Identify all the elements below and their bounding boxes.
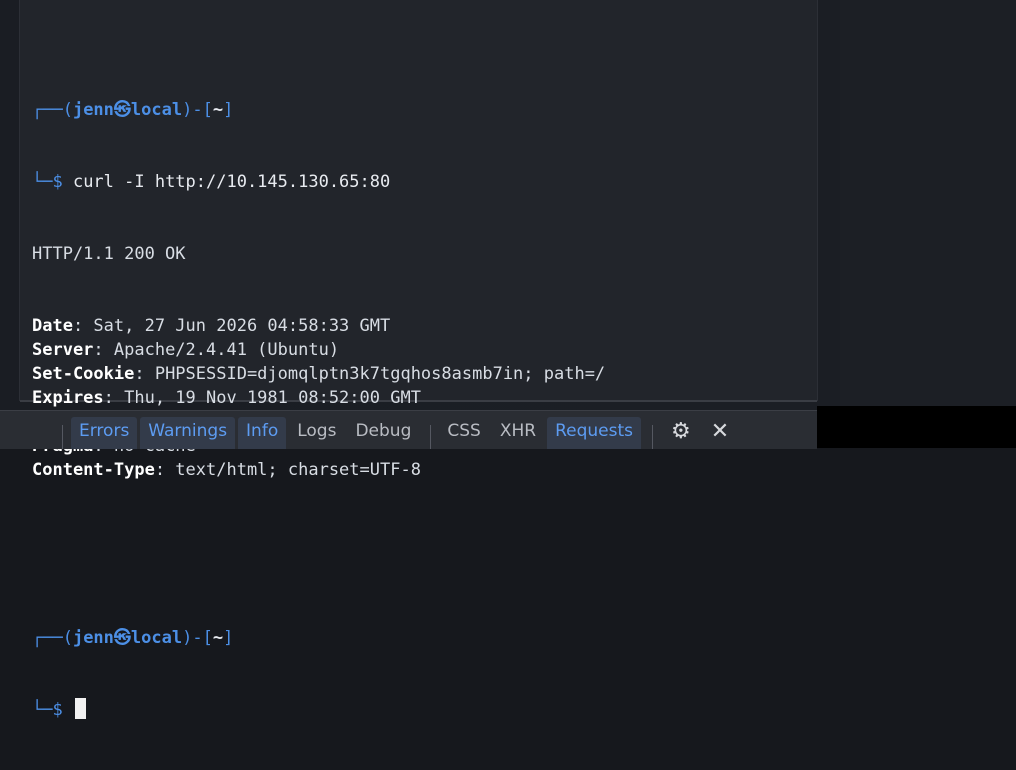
toolbar-separator bbox=[430, 425, 432, 449]
devtools-console-toolbar: Errors Warnings Info Logs Debug CSS XHR Reques… bbox=[0, 410, 817, 449]
header-value: : text/html; charset=UTF-8 bbox=[154, 460, 421, 480]
header-key: Date bbox=[32, 316, 73, 336]
desktop-wallpaper-region bbox=[840, 0, 1016, 410]
prompt-dollar: └─$ bbox=[32, 172, 73, 192]
filter-css[interactable]: CSS bbox=[439, 417, 488, 449]
prompt-user: jenn bbox=[72, 628, 114, 648]
prompt-line-top: ┌──(jenn㉿local)-[~] bbox=[32, 98, 809, 122]
http-headers: Date: Sat, 27 Jun 2026 04:58:33 GMT Serve… bbox=[32, 314, 809, 482]
header-value: : PHPSESSID=djomqlptn3k7tgqhos8asmb7in; … bbox=[134, 364, 606, 384]
prompt-host: local bbox=[130, 628, 183, 648]
http-status-line: HTTP/1.1 200 OK bbox=[32, 244, 186, 264]
prompt-at-symbol: ㉿ bbox=[113, 628, 131, 648]
filter-xhr[interactable]: XHR bbox=[492, 417, 544, 449]
prompt-user: jenn bbox=[72, 100, 114, 120]
filter-info[interactable]: Info bbox=[238, 417, 287, 449]
http-header-line: Content-Type: text/html; charset=UTF-8 bbox=[32, 458, 809, 482]
prompt-frame: )-[ bbox=[182, 100, 213, 120]
prompt-dollar: └─$ bbox=[32, 700, 73, 720]
input-line[interactable]: └─$ bbox=[32, 698, 809, 722]
prompt-frame: ┌──( bbox=[32, 628, 73, 648]
prompt-frame: ┌──( bbox=[32, 100, 73, 120]
prompt-frame: ] bbox=[223, 628, 234, 648]
header-key: Server bbox=[32, 340, 94, 360]
http-header-line: Set-Cookie: PHPSESSID=djomqlptn3k7tgqhos… bbox=[32, 362, 809, 386]
prompt-path: ~ bbox=[212, 628, 224, 648]
filter-warnings[interactable]: Warnings bbox=[140, 417, 236, 449]
screen-edge-black bbox=[817, 406, 1016, 448]
log-level-filters: Errors Warnings Info Logs Debug bbox=[71, 417, 422, 449]
terminal-window[interactable]: ┌──(jenn㉿local)-[~] └─$ curl -I http://1… bbox=[20, 0, 817, 720]
prompt-frame: )-[ bbox=[182, 628, 213, 648]
http-header-line: Expires: Thu, 19 Nov 1981 08:52:00 GMT bbox=[32, 386, 809, 410]
prompt-path: ~ bbox=[212, 100, 224, 120]
header-key: Set-Cookie bbox=[32, 364, 135, 384]
prompt-line-top: ┌──(jenn㉿local)-[~] bbox=[32, 626, 809, 650]
filter-errors[interactable]: Errors bbox=[71, 417, 138, 449]
request-filters: CSS XHR Requests bbox=[439, 417, 644, 449]
header-value: : Apache/2.4.41 (Ubuntu) bbox=[93, 340, 340, 360]
toolbar-separator bbox=[62, 425, 63, 449]
header-value: : Thu, 19 Nov 1981 08:52:00 GMT bbox=[103, 388, 421, 408]
gear-icon[interactable]: ⚙ bbox=[661, 419, 701, 449]
blank-space bbox=[32, 530, 809, 578]
text-cursor bbox=[74, 698, 86, 719]
close-icon[interactable]: ✕ bbox=[701, 419, 739, 449]
filter-requests[interactable]: Requests bbox=[547, 417, 641, 449]
command-line: └─$ curl -I http://10.145.130.65:80 bbox=[32, 170, 809, 194]
command-text: curl -I http://10.145.130.65:80 bbox=[72, 172, 391, 192]
http-header-line: Server: Apache/2.4.41 (Ubuntu) bbox=[32, 338, 809, 362]
toolbar-separator bbox=[652, 425, 653, 449]
http-header-line: Date: Sat, 27 Jun 2026 04:58:33 GMT bbox=[32, 314, 809, 338]
header-key: Content-Type bbox=[32, 460, 155, 480]
prompt-at-symbol: ㉿ bbox=[113, 100, 131, 120]
header-value: : Sat, 27 Jun 2026 04:58:33 GMT bbox=[72, 316, 391, 336]
filter-debug[interactable]: Debug bbox=[347, 417, 419, 449]
prompt-frame: ] bbox=[223, 100, 234, 120]
filter-logs[interactable]: Logs bbox=[289, 417, 344, 449]
header-key: Expires bbox=[32, 388, 104, 408]
prompt-host: local bbox=[130, 100, 183, 120]
